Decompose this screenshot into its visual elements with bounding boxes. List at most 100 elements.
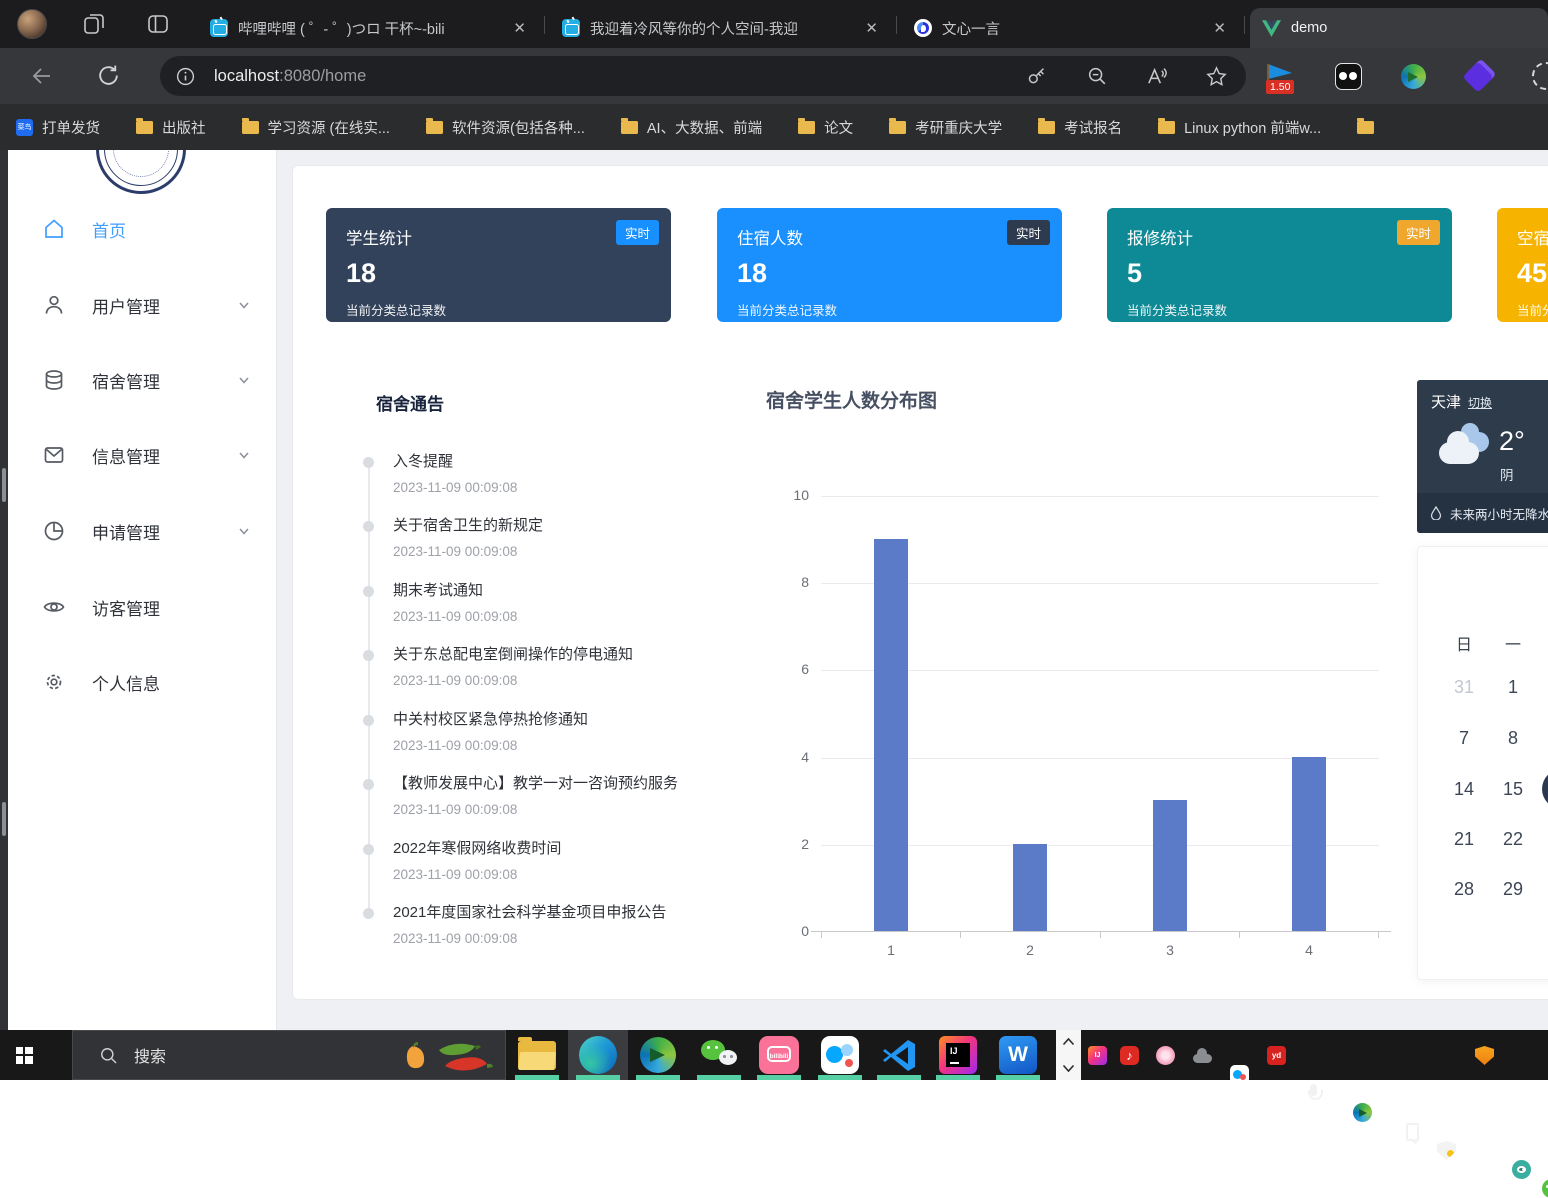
taskbar-app-word[interactable]: W (988, 1030, 1048, 1080)
bookmark-folder[interactable]: 论文 (798, 117, 853, 138)
bookmark-folder[interactable]: 考试报名 (1038, 117, 1122, 138)
site-info-icon[interactable] (175, 66, 196, 87)
notice-item[interactable]: 2022年寒假网络收费时间 2023-11-09 00:09:08 (393, 837, 793, 882)
defender-shield-icon[interactable] (1437, 1141, 1456, 1160)
idm-icon[interactable] (1353, 1103, 1372, 1122)
sidebar-item-users[interactable]: 用户管理 (8, 276, 277, 334)
notice-item[interactable]: 关于东总配电室倒闸操作的停电通知 2023-11-09 00:09:08 (393, 643, 793, 688)
tab-demo-active[interactable]: demo (1250, 8, 1548, 48)
sidebar-item-dorms[interactable]: 宿舍管理 (8, 351, 277, 409)
zoom-out-icon[interactable] (1086, 65, 1108, 87)
taskbar-app-intellij[interactable]: IJ (928, 1030, 988, 1080)
tab-bilibili-space[interactable]: 我迎着冷风等你的个人空间-我迎 ✕ (550, 8, 892, 48)
password-key-icon[interactable] (1026, 65, 1048, 87)
calendar-date[interactable]: 15 (1495, 779, 1531, 800)
bookmark-folder[interactable] (1357, 117, 1383, 134)
baidu-netdisk-icon[interactable] (1230, 1065, 1249, 1084)
workspaces-icon[interactable] (82, 12, 106, 36)
sidebar-item-visitors[interactable]: 访客管理 (8, 578, 277, 636)
calendar-date[interactable]: 7 (1446, 728, 1482, 749)
intellij-tray-icon[interactable]: IJ (1088, 1046, 1107, 1065)
timeline-dot (363, 521, 374, 532)
address-bar[interactable]: localhost:8080/home (160, 56, 1246, 96)
stat-card-residents[interactable]: 住宿人数 实时 18 当前分类总记录数 (717, 208, 1062, 322)
sidebar-item-profile[interactable]: 个人信息 (8, 653, 277, 711)
notice-item[interactable]: 关于宿舍卫生的新规定 2023-11-09 00:09:08 (393, 514, 793, 559)
refresh-icon[interactable] (96, 63, 121, 88)
taskbar-app-file-explorer[interactable] (507, 1030, 567, 1080)
calendar-date[interactable]: 28 (1446, 879, 1482, 900)
taskbar-app-vscode[interactable] (869, 1030, 929, 1080)
sidebar-item-home[interactable]: 首页 (8, 200, 277, 258)
bookmark-folder[interactable]: AI、大数据、前端 (620, 117, 762, 138)
calendar-date[interactable]: 22 (1495, 829, 1531, 850)
wechat-icon[interactable] (1542, 1179, 1548, 1198)
calendar-date[interactable]: 14 (1446, 779, 1482, 800)
bookmark-label: 论文 (824, 120, 854, 137)
taskbar-search[interactable]: 搜索 (72, 1030, 506, 1080)
favorite-star-icon[interactable] (1205, 65, 1228, 88)
notice-item[interactable]: 期末考试通知 2023-11-09 00:09:08 (393, 579, 793, 624)
tab-yiyan[interactable]: 文心一言 ✕ (902, 8, 1240, 48)
calendar-date[interactable]: 21 (1446, 829, 1482, 850)
flower-icon[interactable] (1156, 1046, 1175, 1065)
weather-city: 天津 切换 (1431, 394, 1493, 411)
close-icon[interactable]: ✕ (1211, 19, 1228, 37)
bookmark-cainiao[interactable]: 菜鸟 打单发货 (16, 117, 100, 138)
taskbar-app-idm[interactable] (628, 1030, 688, 1080)
weather-switch-link[interactable]: 切换 (1468, 396, 1492, 410)
word-icon: W (999, 1036, 1037, 1074)
extension-goggles-icon[interactable] (1335, 63, 1362, 90)
tab-actions-icon[interactable] (146, 12, 170, 36)
taskbar-scroll-control[interactable] (1056, 1030, 1081, 1080)
window-edge-strip (0, 150, 8, 1030)
calendar-date[interactable]: 29 (1495, 879, 1531, 900)
notice-item[interactable]: 【教师发展中心】教学一对一咨询预约服务 2023-11-09 00:09:08 (393, 772, 793, 817)
notice-item[interactable]: 入冬提醒 2023-11-09 00:09:08 (393, 450, 793, 495)
bookmark-folder[interactable]: 出版社 (136, 117, 206, 138)
bookmark-folder[interactable]: 软件资源(包括各种... (425, 117, 585, 138)
close-icon[interactable]: ✕ (511, 19, 528, 37)
close-icon[interactable]: ✕ (863, 19, 880, 37)
idm-extension-icon[interactable] (1401, 64, 1426, 89)
sidebar-item-messages[interactable]: 信息管理 (8, 426, 277, 484)
calendar-date[interactable]: 8 (1495, 728, 1531, 749)
scroll-down-icon[interactable] (1062, 1064, 1075, 1073)
notice-item[interactable]: 中关村校区紧急停热抢修通知 2023-11-09 00:09:08 (393, 708, 793, 753)
url-text[interactable]: localhost:8080/home (214, 67, 366, 86)
microphone-icon[interactable] (1304, 1084, 1323, 1103)
peppers-image[interactable] (397, 1034, 497, 1078)
taskbar-app-bilibili[interactable]: bilibili (749, 1030, 809, 1080)
stat-card-repairs[interactable]: 报修统计 实时 5 当前分类总记录数 (1107, 208, 1452, 322)
card-value: 18 (737, 258, 768, 288)
start-button[interactable] (0, 1030, 48, 1080)
back-icon[interactable] (30, 64, 54, 88)
usb-icon[interactable] (1401, 1122, 1420, 1141)
running-indicator (996, 1075, 1040, 1080)
tab-separator (1244, 16, 1245, 34)
database-icon (45, 370, 63, 390)
youdao-icon[interactable]: yd (1267, 1046, 1286, 1065)
calendar-date[interactable]: 31 (1446, 677, 1482, 698)
sidebar-item-applications[interactable]: 申请管理 (8, 502, 277, 560)
bookmarks-bar: 菜鸟 打单发货 出版社 学习资源 (在线实... 软件资源(包括各种... AI… (0, 104, 1548, 150)
bookmark-folder[interactable]: 考研重庆大学 (889, 117, 1002, 138)
eye-protect-icon[interactable] (1512, 1160, 1531, 1179)
cloud-icon[interactable] (1193, 1046, 1212, 1065)
profile-avatar[interactable] (17, 9, 47, 39)
stat-card-empty-dorms[interactable]: 空宿 45 当前分 (1497, 208, 1548, 322)
huorong-shield-icon[interactable] (1475, 1046, 1494, 1065)
taskbar-app-edge[interactable] (568, 1030, 628, 1080)
read-aloud-icon[interactable] (1145, 65, 1168, 88)
notice-item[interactable]: 2021年度国家社会科学基金项目申报公告 2023-11-09 00:09:08 (393, 901, 793, 946)
tab-bilibili-home[interactable]: 哔哩哔哩 ( ゜- ゜)つロ 干杯~-bili ✕ (198, 8, 540, 48)
taskbar-app-wechat[interactable] (689, 1030, 749, 1080)
scroll-up-icon[interactable] (1062, 1037, 1075, 1046)
taskbar-app-baidu-netdisk[interactable] (810, 1030, 870, 1080)
notice-title-text: 期末考试通知 (393, 582, 484, 599)
bookmark-folder[interactable]: 学习资源 (在线实... (241, 117, 390, 138)
bookmark-folder[interactable]: Linux python 前端w... (1158, 117, 1321, 138)
calendar-date[interactable]: 1 (1495, 677, 1531, 698)
stat-card-students[interactable]: 学生统计 实时 18 当前分类总记录数 (326, 208, 671, 322)
netease-music-icon[interactable]: ♪ (1120, 1046, 1139, 1065)
